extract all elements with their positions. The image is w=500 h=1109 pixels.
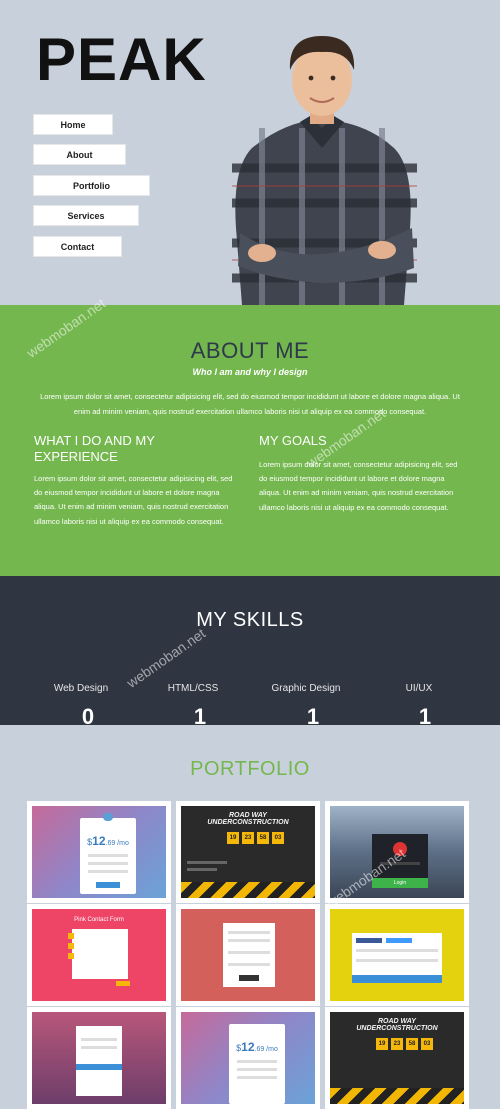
construction-banner: ROAD WAY UNDERCONSTRUCTION: [207, 812, 289, 826]
counter-hours-2: 23: [391, 1038, 403, 1050]
portfolio-thumb-form[interactable]: [176, 904, 320, 1006]
portfolio-thumb-pricing-2[interactable]: $12.69 /mo: [176, 1007, 320, 1109]
login-button: Login: [372, 878, 428, 888]
portfolio-thumb-construction-2[interactable]: ROAD WAY UNDERCONSTRUCTION 19 23 58 03: [325, 1007, 469, 1109]
skill-label-web-design: Web Design: [53, 683, 109, 694]
counter-minutes: 58: [257, 832, 269, 844]
pricing-amount: $12.69 /mo: [87, 834, 129, 848]
skill-value-ui-ux: 1: [418, 704, 432, 729]
portfolio-title: PORTFOLIO: [190, 758, 310, 780]
portfolio-thumb-construction[interactable]: ROAD WAY UNDERCONSTRUCTION 19 23 58 03: [176, 801, 320, 903]
portfolio-thumb-yellow-form[interactable]: [325, 904, 469, 1006]
about-intro-text: Lorem ipsum dolor sit amet, consectetur …: [40, 392, 460, 416]
counter-days: 19: [227, 832, 239, 844]
about-subtitle: Who I am and why I design: [192, 367, 308, 377]
nav-item-contact[interactable]: Contact: [34, 237, 121, 256]
skill-value-html-css: 1: [193, 704, 207, 729]
counter-seconds-2: 03: [421, 1038, 433, 1050]
counter-minutes-2: 58: [406, 1038, 418, 1050]
about-left-text: Lorem ipsum dolor sit amet, consectetur …: [34, 474, 233, 526]
skill-label-html-css: HTML/CSS: [167, 683, 219, 694]
about-right-title: MY GOALS: [259, 433, 327, 448]
construction-banner-2: ROAD WAY UNDERCONSTRUCTION: [356, 1018, 438, 1032]
skills-title: MY SKILLS: [196, 609, 304, 631]
site-logo[interactable]: PEAK: [36, 30, 207, 90]
skill-label-graphic-design: Graphic Design: [271, 683, 341, 694]
nav-item-services[interactable]: Services: [34, 206, 138, 225]
about-right-text: Lorem ipsum dolor sit amet, consectetur …: [259, 460, 458, 512]
portfolio-thumb-signup[interactable]: [27, 1007, 171, 1109]
profile-photo: [232, 36, 417, 305]
counter-hours: 23: [242, 832, 254, 844]
portfolio-thumb-login[interactable]: Login: [325, 801, 469, 903]
pricing-amount-2: $12.69 /mo: [236, 1040, 278, 1054]
about-left-title: WHAT I DO AND MY EXPERIENCE: [34, 433, 155, 464]
skills-section: MY SKILLS Web Design HTML/CSS Graphic De…: [0, 576, 500, 729]
skill-label-ui-ux: UI/UX: [405, 683, 433, 694]
portfolio-thumb-pink-contact[interactable]: Pink Contact Form: [27, 904, 171, 1006]
skill-value-web-design: 0: [81, 704, 95, 729]
about-title: ABOUT ME: [190, 338, 310, 363]
nav-item-home[interactable]: Home: [34, 115, 112, 134]
pink-contact-heading: Pink Contact Form: [74, 917, 124, 923]
about-section: ABOUT ME Who I am and why I design Lorem…: [0, 305, 500, 576]
hero-section: PEAK Home About Portfolio Services Conta…: [0, 0, 500, 305]
nav-item-about[interactable]: About: [34, 145, 125, 164]
nav-item-portfolio[interactable]: Portfolio: [34, 176, 149, 195]
counter-seconds: 03: [272, 832, 284, 844]
portfolio-thumb-pricing[interactable]: $12.69 /mo: [27, 801, 171, 903]
skill-value-graphic-design: 1: [306, 704, 320, 729]
counter-days-2: 19: [376, 1038, 388, 1050]
